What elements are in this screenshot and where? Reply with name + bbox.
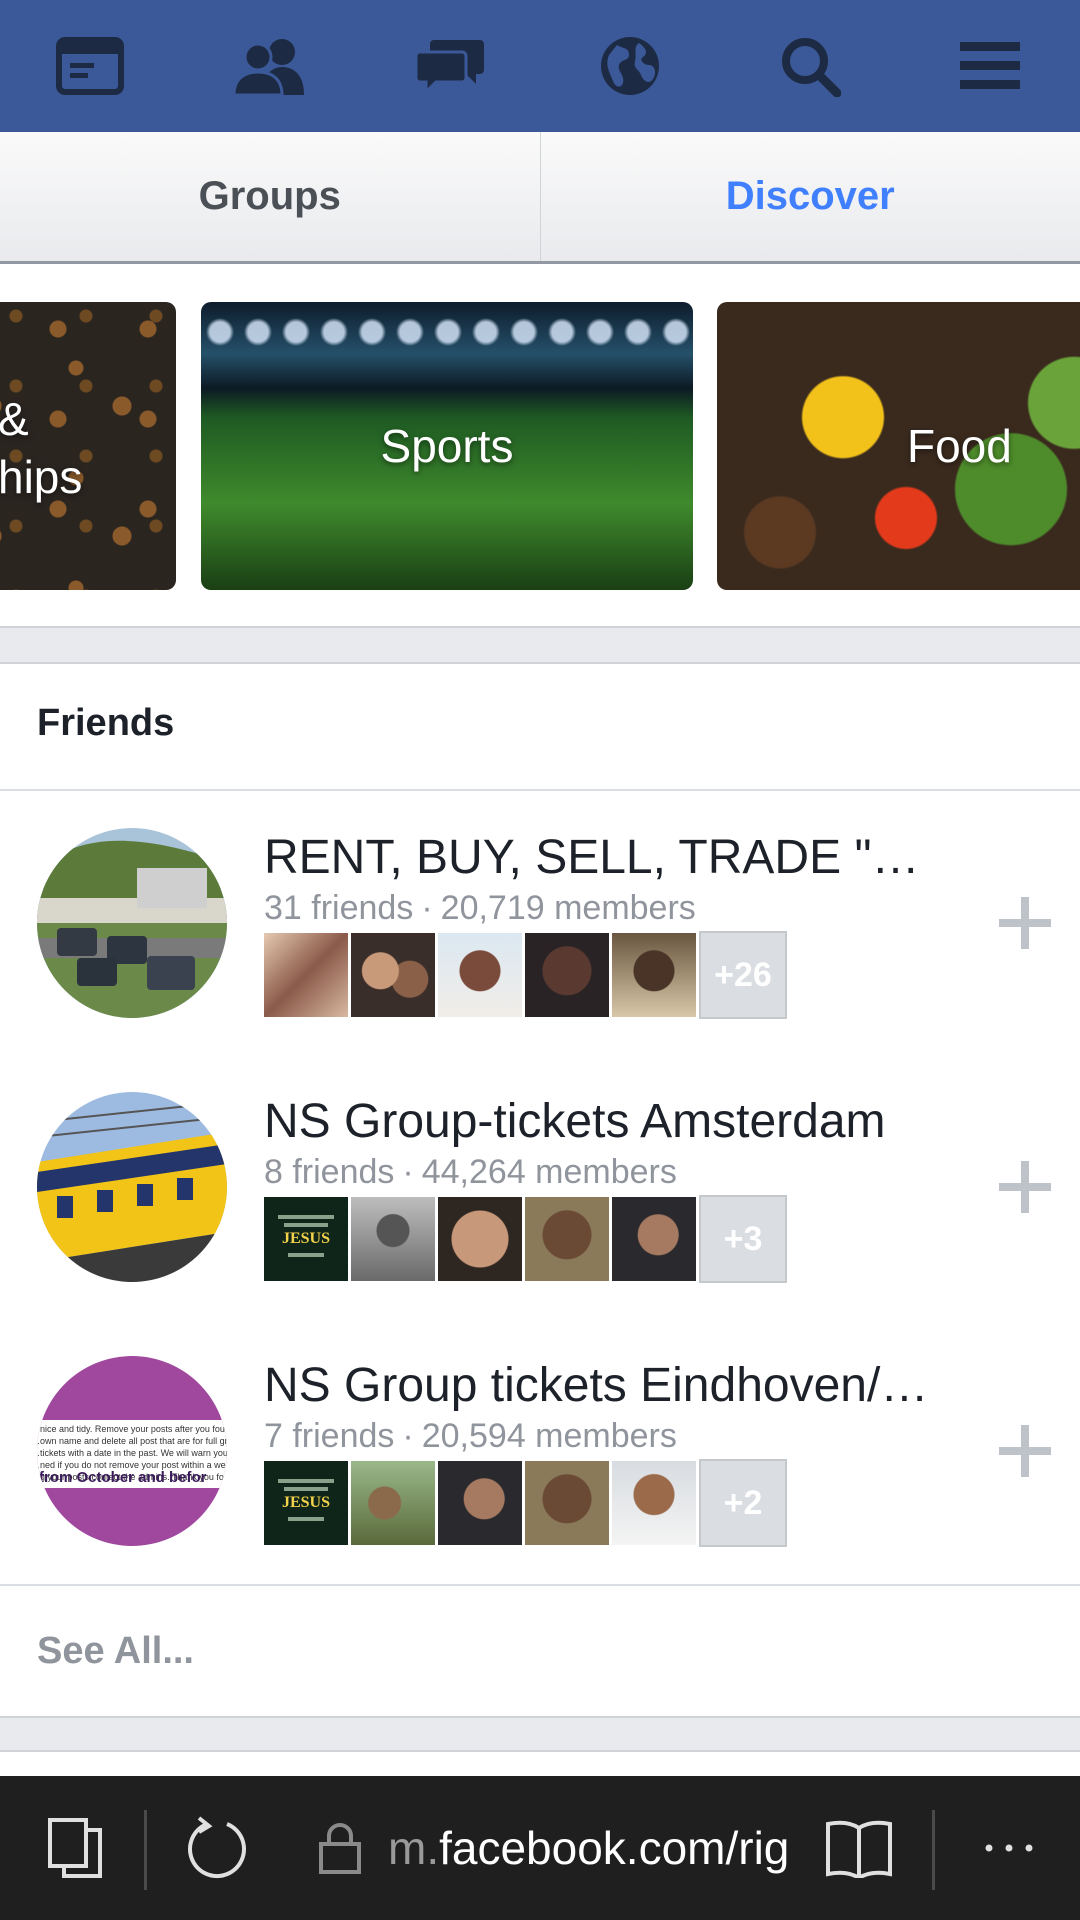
- join-group-button[interactable]: [990, 888, 1060, 958]
- svg-text:…tickets with a date in the pa: …tickets with a date in the past. We wil…: [37, 1448, 227, 1458]
- svg-text:…own name and delete all post: …own name and delete all post that are f…: [37, 1436, 227, 1446]
- tab-groups[interactable]: Groups: [0, 132, 540, 261]
- group-row[interactable]: …nice and tidy. Remove your posts after …: [0, 1356, 1080, 1556]
- category-card-relationships[interactable]: & hips: [0, 302, 176, 590]
- group-meta: 31 friends · 20,719 members: [264, 889, 696, 927]
- friend-avatar: [612, 1461, 696, 1545]
- friend-avatars: JESUS +3: [264, 1195, 787, 1283]
- friend-avatar: [351, 1461, 435, 1545]
- notifications-globe-icon[interactable]: [575, 11, 685, 121]
- section-divider: [0, 626, 1080, 664]
- group-name[interactable]: NS Group-tickets Amsterdam: [264, 1092, 954, 1152]
- friend-avatar: [351, 1197, 435, 1281]
- section-divider: [0, 1716, 1080, 1752]
- friends-icon[interactable]: [215, 11, 325, 121]
- category-label: Food: [907, 420, 1012, 472]
- category-label: Sports: [380, 420, 514, 472]
- book-icon: [826, 1820, 892, 1878]
- plus-icon: [999, 1161, 1051, 1213]
- svg-text:from October and befor: from October and befor: [39, 1469, 207, 1486]
- section-title: Friends: [37, 702, 175, 744]
- more-friends-badge: +2: [699, 1459, 787, 1547]
- friend-avatars: JESUS +2: [264, 1459, 787, 1547]
- friend-avatar: [525, 933, 609, 1017]
- category-card-sports[interactable]: Sports: [201, 302, 693, 590]
- svg-text:JESUS: JESUS: [282, 1494, 330, 1511]
- group-row[interactable]: NS Group-tickets Amsterdam 8 friends · 44,…: [0, 1092, 1080, 1292]
- friend-avatar: [351, 933, 435, 1017]
- tabs-icon: [48, 1818, 102, 1878]
- plus-icon: [999, 1425, 1051, 1477]
- tab-discover[interactable]: Discover: [539, 132, 1080, 261]
- category-card-food[interactable]: Food: [717, 302, 1080, 590]
- search-icon[interactable]: [755, 11, 865, 121]
- friend-avatar: [438, 933, 522, 1017]
- more-options-button[interactable]: [964, 1776, 1054, 1920]
- group-meta: 8 friends · 44,264 members: [264, 1153, 677, 1191]
- svg-text:JESUS: JESUS: [282, 1230, 330, 1247]
- top-nav-bar: [0, 0, 1080, 132]
- divider: [0, 1584, 1080, 1586]
- reading-view-button[interactable]: [814, 1776, 904, 1920]
- plus-icon: [999, 897, 1051, 949]
- friend-avatar: JESUS: [264, 1461, 348, 1545]
- friend-avatar: [525, 1461, 609, 1545]
- more-friends-badge: +3: [699, 1195, 787, 1283]
- friend-avatar: JESUS: [264, 1197, 348, 1281]
- refresh-button[interactable]: [172, 1776, 262, 1920]
- friend-avatar: [438, 1197, 522, 1281]
- more-friends-badge: +26: [699, 931, 787, 1019]
- group-name[interactable]: NS Group tickets Eindhoven/…: [264, 1356, 954, 1416]
- jesus-quote-image: JESUS: [278, 1215, 334, 1257]
- group-avatar: [37, 828, 227, 1018]
- group-name[interactable]: RENT, BUY, SELL, TRADE "…: [264, 828, 954, 888]
- join-group-button[interactable]: [990, 1416, 1060, 1486]
- tabs-button[interactable]: [30, 1776, 120, 1920]
- join-group-button[interactable]: [990, 1152, 1060, 1222]
- toolbar-divider: [932, 1810, 935, 1890]
- see-all-link[interactable]: See All...: [37, 1630, 194, 1673]
- divider: [0, 789, 1080, 791]
- messages-icon[interactable]: [395, 11, 505, 121]
- group-meta: 7 friends · 20,594 members: [264, 1417, 677, 1455]
- news-feed-icon[interactable]: [35, 11, 145, 121]
- menu-icon[interactable]: [935, 11, 1045, 121]
- svg-text:…nice and tidy. Remove your po: …nice and tidy. Remove your posts after …: [37, 1424, 227, 1434]
- group-avatar: …nice and tidy. Remove your posts after …: [37, 1356, 227, 1546]
- ellipsis-icon: [985, 1844, 1033, 1852]
- friend-avatar: [612, 933, 696, 1017]
- friend-avatar: [525, 1197, 609, 1281]
- browser-toolbar: m. facebook.com/rigi: [0, 1776, 1080, 1920]
- lock-icon: [310, 1776, 370, 1920]
- group-avatar: [37, 1092, 227, 1282]
- friend-avatar: [612, 1197, 696, 1281]
- refresh-icon: [188, 1816, 246, 1878]
- friend-avatars: +26: [264, 931, 787, 1019]
- groups-tab-bar: Groups Discover: [0, 132, 1080, 264]
- friend-avatar: [438, 1461, 522, 1545]
- category-carousel[interactable]: & hips Sports Food: [0, 302, 1080, 590]
- category-label: & hips: [0, 393, 83, 503]
- stadium-lights-image: [201, 312, 693, 352]
- friend-avatar: [264, 933, 348, 1017]
- group-row[interactable]: RENT, BUY, SELL, TRADE "… 31 friends · 20,…: [0, 828, 1080, 1028]
- toolbar-divider: [144, 1810, 147, 1890]
- address-bar[interactable]: m. facebook.com/rigi: [388, 1776, 788, 1920]
- jesus-quote-image: JESUS: [278, 1479, 334, 1521]
